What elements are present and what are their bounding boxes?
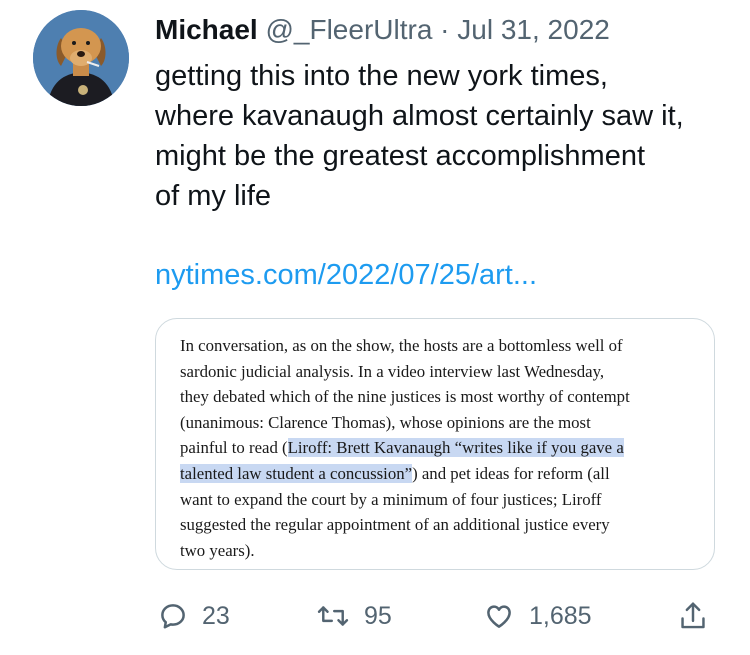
share-button[interactable]: [678, 592, 708, 640]
article-text: sardonic judicial analysis. In a video i…: [180, 361, 605, 381]
reply-icon: [161, 604, 185, 629]
dog-avatar-icon: [33, 10, 129, 106]
article-text: In conversation, as on the show, the hos…: [180, 336, 623, 355]
article-text: (unanimous: Clarence Thomas), whose opin…: [180, 412, 591, 432]
author-handle[interactable]: @_FleerUltra: [265, 14, 432, 45]
heart-icon: [487, 605, 511, 628]
tweet-header: Michael @_FleerUltra · Jul 31, 2022: [155, 12, 610, 48]
article-text: suggested the regular appointment of an …: [180, 515, 610, 535]
article-line: In conversation, as on the show, the hos…: [180, 333, 700, 359]
tweet-text-line: might be the greatest accomplishment: [155, 140, 646, 172]
retweet-icon: [317, 606, 349, 626]
article-line: (unanimous: Clarence Thomas), whose opin…: [180, 410, 700, 436]
action-bar: 23 95 1,685: [0, 592, 750, 640]
article-line: talented law student a concussion”) and …: [180, 461, 700, 487]
separator-dot: ·: [440, 14, 450, 45]
share-icon: [681, 602, 705, 629]
like-button[interactable]: 1,685: [483, 592, 592, 640]
tweet-text: getting this into the new york times, wh…: [155, 56, 735, 216]
tweet-text-line: where kavanaugh almost certainly saw it,: [155, 100, 684, 132]
highlighted-text: talented law student a concussion”: [180, 463, 413, 483]
highlighted-text: Liroff: Brett Kavanaugh “writes like if …: [287, 438, 624, 458]
article-line: suggested the regular appointment of an …: [180, 512, 700, 538]
article-line: want to expand the court by a minimum of…: [180, 487, 700, 513]
article-screenshot-card[interactable]: In conversation, as on the show, the hos…: [155, 318, 715, 570]
article-excerpt: In conversation, as on the show, the hos…: [180, 333, 700, 563]
article-text: want to expand the court by a minimum of…: [180, 489, 602, 509]
article-line: they debated which of the nine justices …: [180, 384, 700, 410]
tweet-date[interactable]: Jul 31, 2022: [457, 14, 610, 45]
retweet-button[interactable]: 95: [316, 592, 392, 640]
article-line: painful to read (Liroff: Brett Kavanaugh…: [180, 435, 700, 461]
like-count: 1,685: [529, 601, 592, 630]
tweet-text-line: of my life: [155, 180, 272, 212]
article-text: painful to read (: [180, 438, 288, 458]
author-name[interactable]: Michael: [155, 14, 258, 45]
retweet-count: 95: [364, 601, 392, 630]
reply-button[interactable]: 23: [158, 592, 230, 640]
article-link[interactable]: nytimes.com/2022/07/25/art...: [155, 255, 537, 295]
article-line: two years).: [180, 538, 700, 564]
article-text: two years).: [180, 540, 255, 560]
article-line: sardonic judicial analysis. In a video i…: [180, 359, 700, 385]
reply-count: 23: [202, 601, 230, 630]
article-text: they debated which of the nine justices …: [180, 387, 630, 407]
article-text: ) and pet ideas for reform (all: [412, 463, 610, 483]
avatar[interactable]: [33, 10, 129, 106]
tweet-text-line: getting this into the new york times,: [155, 60, 608, 92]
